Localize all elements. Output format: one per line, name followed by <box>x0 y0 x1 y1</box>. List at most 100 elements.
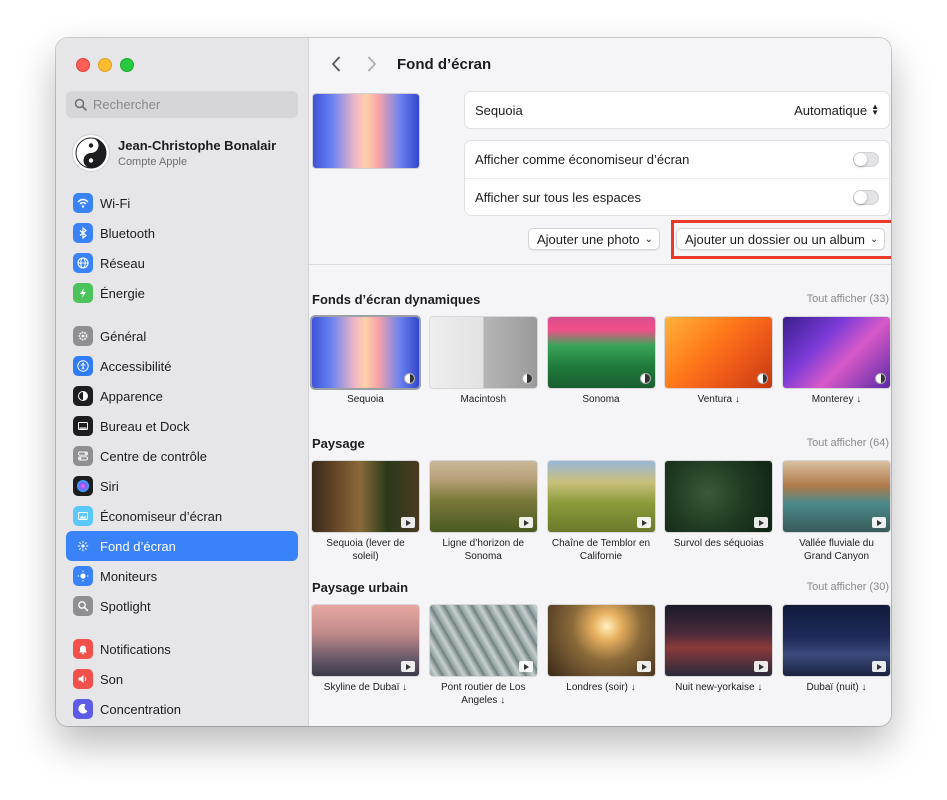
toolbar: Fond d’écran <box>309 38 891 90</box>
sidebar-nav: Wi-Fi Bluetooth Réseau Énergie Général A… <box>66 188 298 724</box>
dynamic-badge-icon <box>875 373 886 384</box>
sidebar-item-accessibility[interactable]: Accessibilité <box>66 351 298 381</box>
apple-account[interactable]: Jean-Christophe Bonalair Compte Apple <box>72 132 298 174</box>
sidebar-item-label: Son <box>100 671 124 687</box>
wallpaper-thumb[interactable]: Londres (soir) ↓ <box>547 605 655 707</box>
sidebar-item-control-center[interactable]: Centre de contrôle <box>66 441 298 471</box>
wallpaper-thumb[interactable]: Pont routier de Los Angeles ↓ <box>429 605 537 707</box>
video-badge-icon <box>872 661 886 672</box>
thumb-label: Sequoia <box>347 394 384 405</box>
wallpaper-thumb[interactable]: Monterey ↓ <box>783 317 890 406</box>
thumb-image <box>783 605 890 676</box>
sidebar-item-spotlight[interactable]: Spotlight <box>66 591 298 621</box>
sidebar-item-label: Siri <box>100 478 119 494</box>
sidebar-item-energy[interactable]: Énergie <box>66 278 298 308</box>
dynamic-badge-icon <box>521 373 533 384</box>
add-photo-button[interactable]: Ajouter une photo ⌄ <box>528 228 661 250</box>
dock-icon <box>73 416 93 436</box>
wallpaper-thumb[interactable]: Sequoia (lever de soleil) <box>312 461 419 563</box>
search-input[interactable]: Rechercher <box>66 91 298 118</box>
dynamic-badge-icon <box>404 373 415 384</box>
sidebar-item-wallpaper[interactable]: Fond d’écran <box>66 531 298 561</box>
appearance-icon <box>73 386 93 406</box>
siri-icon <box>73 476 93 496</box>
thumb-image <box>547 461 655 532</box>
wallpaper-thumb[interactable]: Nuit new-yorkaise ↓ <box>665 605 773 707</box>
current-wallpaper-name: Sequoia <box>475 102 523 118</box>
sidebar: Rechercher Jean-Christophe Bonalair Comp… <box>56 38 309 726</box>
video-badge-icon <box>401 517 415 528</box>
wifi-icon <box>73 193 93 213</box>
annotation-highlight-box <box>671 220 891 259</box>
all-spaces-toggle[interactable] <box>853 190 879 205</box>
sidebar-item-siri[interactable]: Siri <box>66 471 298 501</box>
sidebar-item-label: Notifications <box>100 641 171 657</box>
see-all-landscape[interactable]: Tout afficher (64) <box>807 437 889 449</box>
add-photo-label: Ajouter une photo <box>537 231 640 247</box>
yin-yang-icon <box>75 137 107 169</box>
sidebar-item-sound[interactable]: Son <box>66 664 298 694</box>
bluetooth-icon <box>73 223 93 243</box>
wallpaper-thumb[interactable]: Sonoma <box>547 317 655 406</box>
wallpaper-thumb[interactable]: Vallée fluviale du Grand Canyon <box>783 461 890 563</box>
sidebar-item-label: Énergie <box>100 285 145 301</box>
minimize-window-button[interactable] <box>98 58 112 72</box>
sidebar-item-label: Moniteurs <box>100 568 158 584</box>
chevron-down-icon: ⌄ <box>644 233 654 245</box>
all-spaces-label: Afficher sur tous les espaces <box>475 190 641 205</box>
wallpaper-thumb[interactable]: Sequoia <box>312 317 419 406</box>
wallpaper-thumb[interactable]: Ventura ↓ <box>665 317 773 406</box>
close-window-button[interactable] <box>76 58 90 72</box>
chevron-right-icon <box>368 56 376 72</box>
thumb-label: Skyline de Dubaï ↓ <box>323 682 408 693</box>
sidebar-item-bluetooth[interactable]: Bluetooth <box>66 218 298 248</box>
divider <box>309 264 891 265</box>
sidebar-item-notifications[interactable]: Notifications <box>66 634 298 664</box>
sidebar-item-network[interactable]: Réseau <box>66 248 298 278</box>
thumb-label: Londres (soir) ↓ <box>566 682 636 693</box>
gear-icon <box>73 326 93 346</box>
wallpaper-thumb[interactable]: Skyline de Dubaï ↓ <box>312 605 419 707</box>
screensaver-label: Afficher comme économiseur d’écran <box>475 152 690 167</box>
sidebar-item-desktop-dock[interactable]: Bureau et Dock <box>66 411 298 441</box>
sidebar-item-focus[interactable]: Concentration <box>66 694 298 724</box>
wallpaper-thumb[interactable]: Ligne d’horizon de Sonoma <box>429 461 537 563</box>
sidebar-item-wifi[interactable]: Wi-Fi <box>66 188 298 218</box>
page-title: Fond d’écran <box>397 55 492 73</box>
sidebar-item-label: Concentration <box>100 701 181 717</box>
wallpaper-thumb[interactable]: Survol des séquoias <box>665 461 773 563</box>
zoom-window-button[interactable] <box>120 58 134 72</box>
video-badge-icon <box>754 661 769 672</box>
battery-bolt-icon <box>73 283 93 303</box>
sidebar-item-appearance[interactable]: Apparence <box>66 381 298 411</box>
screensaver-toggle[interactable] <box>853 152 879 167</box>
wallpaper-thumb[interactable]: Chaîne de Temblor en Californie <box>547 461 655 563</box>
see-all-dynamic[interactable]: Tout afficher (33) <box>807 293 889 305</box>
thumb-image <box>665 317 773 388</box>
thumb-label: Nuit new-yorkaise ↓ <box>675 682 763 693</box>
sidebar-item-displays[interactable]: Moniteurs <box>66 561 298 591</box>
sidebar-item-general[interactable]: Général <box>66 321 298 351</box>
wallpaper-thumb[interactable]: Dubaï (nuit) ↓ <box>783 605 890 707</box>
wallpaper-thumb[interactable]: Macintosh <box>429 317 537 406</box>
thumb-label: Macintosh <box>460 394 507 405</box>
forward-button[interactable] <box>361 53 383 75</box>
video-badge-icon <box>518 661 533 672</box>
sidebar-item-label: Centre de contrôle <box>100 448 207 464</box>
see-all-cityscape[interactable]: Tout afficher (30) <box>807 581 889 593</box>
thumb-image <box>665 461 773 532</box>
avatar <box>72 134 110 172</box>
thumb-label: Ventura ↓ <box>697 394 740 405</box>
mode-popup[interactable]: Automatique ▲ ▼ <box>794 103 879 118</box>
section-title-cityscape: Paysage urbain <box>312 580 409 595</box>
magnifier-icon <box>73 596 93 616</box>
video-badge-icon <box>754 517 769 528</box>
dynamic-badge-icon <box>757 373 769 384</box>
sidebar-item-label: Général <box>100 328 147 344</box>
main-panel: Fond d’écran Sequoia Automatique ▲ ▼ Affi… <box>309 38 891 726</box>
back-button[interactable] <box>325 53 347 75</box>
current-wallpaper-preview <box>313 94 419 168</box>
all-spaces-row: Afficher sur tous les espaces <box>465 179 889 216</box>
thumb-image <box>783 317 890 388</box>
sidebar-item-screensaver[interactable]: Économiseur d’écran <box>66 501 298 531</box>
